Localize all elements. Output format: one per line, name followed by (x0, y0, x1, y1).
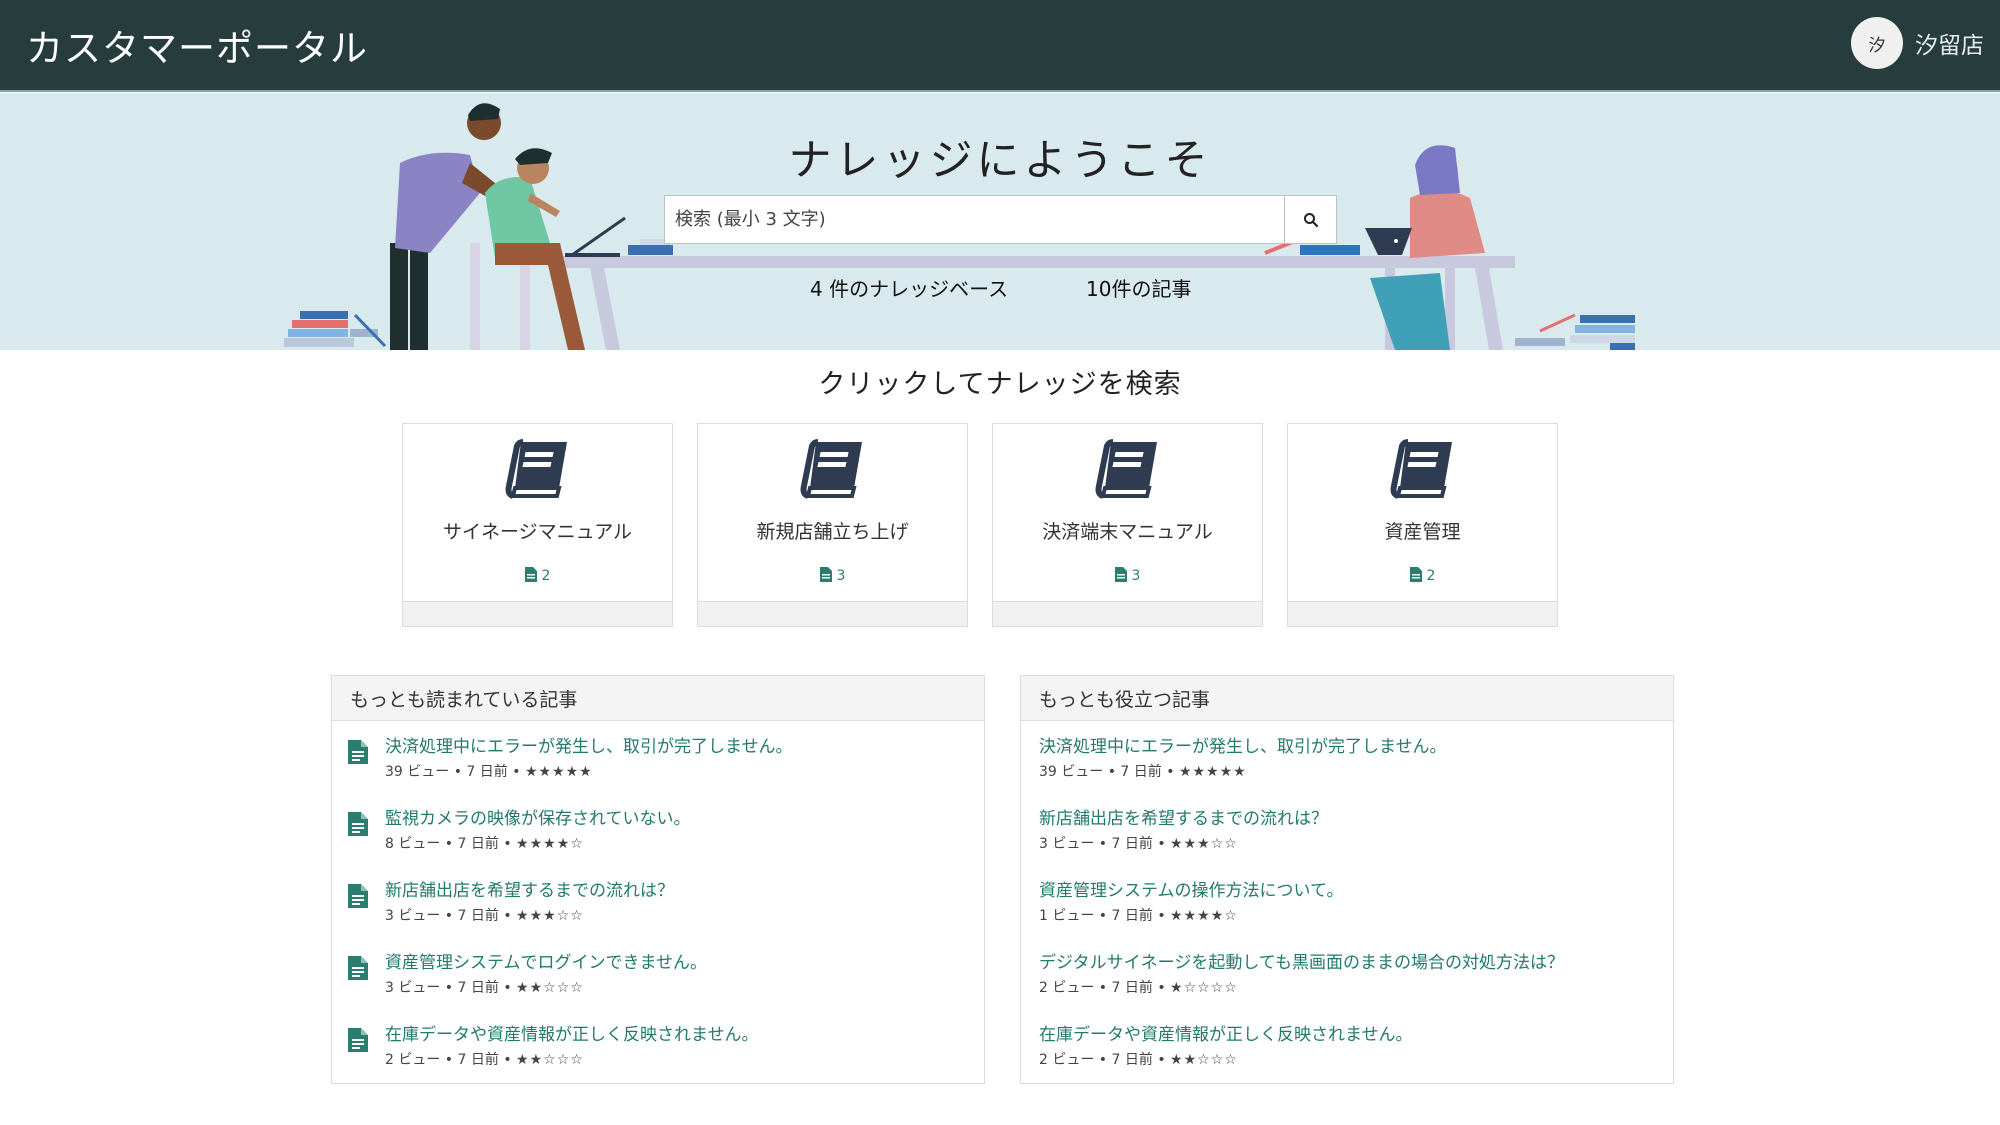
book-icon (800, 439, 862, 499)
rating-stars: ★★★★★ (524, 764, 593, 780)
search-bar (664, 195, 1337, 244)
kb-card-title: 資産管理 (1384, 521, 1461, 543)
article-meta: 1 ビュー • 7 日前 • ★★★★☆ (1039, 908, 1238, 924)
article-meta: 39 ビュー • 7 日前 • ★★★★★ (1039, 764, 1247, 780)
top-navigation-bar: カスタマーポータル 汐 汐留店 (0, 0, 2000, 92)
document-icon (524, 567, 537, 582)
article-meta: 2 ビュー • 7 日前 • ★★☆☆☆ (385, 1052, 584, 1068)
article-meta: 3 ビュー • 7 日前 • ★★☆☆☆ (385, 980, 584, 996)
rating-stars: ★★★★☆ (516, 836, 584, 852)
kb-card-footer (403, 601, 672, 626)
article-link[interactable]: 資産管理システムの操作方法について。 (1039, 876, 1343, 901)
list-item: 在庫データや資産情報が正しく反映されません。 2 ビュー • 7 日前 • ★★… (332, 1020, 984, 1080)
kb-card-article-count: 2 (403, 567, 672, 584)
document-icon (819, 567, 832, 582)
most-read-articles-panel: もっとも読まれている記事 決済処理中にエラーが発生し、取引が完了しません。 39… (331, 675, 985, 1084)
list-item: 資産管理システムでログインできません。 3 ビュー • 7 日前 • ★★☆☆☆ (332, 948, 984, 1008)
rating-stars: ★★☆☆☆ (516, 980, 584, 996)
rating-stars: ★★☆☆☆ (1170, 1052, 1238, 1068)
book-icon (1095, 439, 1157, 499)
article-link[interactable]: デジタルサイネージを起動しても黒画面のままの場合の対処方法は？ (1039, 948, 1564, 973)
article-link[interactable]: 決済処理中にエラーが発生し、取引が完了しません。 (385, 732, 793, 757)
search-icon (1303, 212, 1318, 227)
panel-title: もっとも役立つ記事 (1021, 676, 1673, 721)
hero-title: ナレッジにようこそ (788, 136, 1212, 186)
article-link[interactable]: 在庫データや資産情報が正しく反映されません。 (385, 1020, 759, 1045)
article-count: 10件の記事 (1086, 277, 1192, 301)
article-link[interactable]: 資産管理システムでログインできません。 (385, 948, 707, 973)
kb-card-article-count: 2 (1288, 567, 1557, 584)
document-icon (348, 1028, 368, 1052)
kb-card-new-store[interactable]: 新規店舗立ち上げ 3 (697, 423, 968, 627)
rating-stars: ★★☆☆☆ (516, 1052, 584, 1068)
kb-card-footer (698, 601, 967, 626)
kb-card-title: 新規店舗立ち上げ (756, 521, 909, 543)
article-link[interactable]: 新店舗出店を希望するまでの流れは？ (385, 876, 674, 901)
list-item: 監視カメラの映像が保存されていない。 8 ビュー • 7 日前 • ★★★★☆ (332, 804, 984, 864)
kb-card-article-count: 3 (993, 567, 1262, 584)
book-stack-left (284, 311, 387, 348)
kb-card-footer (993, 601, 1262, 626)
document-icon (1114, 567, 1127, 582)
document-icon (1409, 567, 1422, 582)
list-item: 新店舗出店を希望するまでの流れは？ 3 ビュー • 7 日前 • ★★★☆☆ (332, 876, 984, 936)
rating-stars: ★☆☆☆☆ (1170, 980, 1238, 996)
kb-section-title: クリックしてナレッジを検索 (818, 369, 1182, 400)
avatar[interactable]: 汐 (1851, 17, 1903, 69)
document-icon (348, 956, 368, 980)
document-icon (348, 812, 368, 836)
article-link[interactable]: 決済処理中にエラーが発生し、取引が完了しません。 (1039, 732, 1447, 757)
document-icon (348, 740, 368, 764)
list-item: デジタルサイネージを起動しても黒画面のままの場合の対処方法は？ 2 ビュー • … (1021, 948, 1673, 1008)
kb-card-asset-management[interactable]: 資産管理 2 (1287, 423, 1558, 627)
kb-card-signage[interactable]: サイネージマニュアル 2 (402, 423, 673, 627)
document-icon (348, 884, 368, 908)
article-link[interactable]: 在庫データや資産情報が正しく反映されません。 (1039, 1020, 1413, 1045)
kb-card-title: サイネージマニュアル (442, 521, 633, 543)
article-link[interactable]: 新店舗出店を希望するまでの流れは？ (1039, 804, 1328, 829)
rating-stars: ★★★★★ (1178, 764, 1247, 780)
username-label[interactable]: 汐留店 (1915, 26, 1984, 60)
list-item: 資産管理システムの操作方法について。 1 ビュー • 7 日前 • ★★★★☆ (1021, 876, 1673, 936)
article-meta: 8 ビュー • 7 日前 • ★★★★☆ (385, 836, 584, 852)
user-menu[interactable]: 汐 汐留店 (1851, 17, 1984, 69)
kb-card-title: 決済端末マニュアル (1042, 521, 1213, 543)
search-input[interactable] (664, 195, 1284, 244)
rating-stars: ★★★☆☆ (1170, 836, 1238, 852)
book-icon (1390, 439, 1452, 499)
list-item: 決済処理中にエラーが発生し、取引が完了しません。 39 ビュー • 7 日前 •… (1021, 732, 1673, 792)
article-meta: 39 ビュー • 7 日前 • ★★★★★ (385, 764, 593, 780)
search-button[interactable] (1284, 195, 1337, 244)
article-meta: 3 ビュー • 7 日前 • ★★★☆☆ (1039, 836, 1238, 852)
kb-card-payment-terminal[interactable]: 決済端末マニュアル 3 (992, 423, 1263, 627)
rating-stars: ★★★★☆ (1170, 908, 1238, 924)
book-stack-right (1515, 313, 1635, 350)
kb-card-article-count: 3 (698, 567, 967, 584)
article-meta: 2 ビュー • 7 日前 • ★☆☆☆☆ (1039, 980, 1238, 996)
article-meta: 2 ビュー • 7 日前 • ★★☆☆☆ (1039, 1052, 1238, 1068)
portal-brand-title[interactable]: カスタマーポータル (26, 18, 368, 72)
kb-card-footer (1288, 601, 1557, 626)
most-helpful-articles-panel: もっとも役立つ記事 決済処理中にエラーが発生し、取引が完了しません。 39 ビュ… (1020, 675, 1674, 1084)
knowledge-base-count: 4 件のナレッジベース (810, 277, 1009, 301)
article-link[interactable]: 監視カメラの映像が保存されていない。 (385, 804, 691, 829)
list-item: 決済処理中にエラーが発生し、取引が完了しません。 39 ビュー • 7 日前 •… (332, 732, 984, 792)
article-meta: 3 ビュー • 7 日前 • ★★★☆☆ (385, 908, 584, 924)
panel-title: もっとも読まれている記事 (332, 676, 984, 721)
list-item: 新店舗出店を希望するまでの流れは？ 3 ビュー • 7 日前 • ★★★☆☆ (1021, 804, 1673, 864)
rating-stars: ★★★☆☆ (516, 908, 584, 924)
book-icon (505, 439, 567, 499)
list-item: 在庫データや資産情報が正しく反映されません。 2 ビュー • 7 日前 • ★★… (1021, 1020, 1673, 1080)
hero-banner: ナレッジにようこそ 4 件のナレッジベース 10件の記事 (0, 93, 2000, 350)
